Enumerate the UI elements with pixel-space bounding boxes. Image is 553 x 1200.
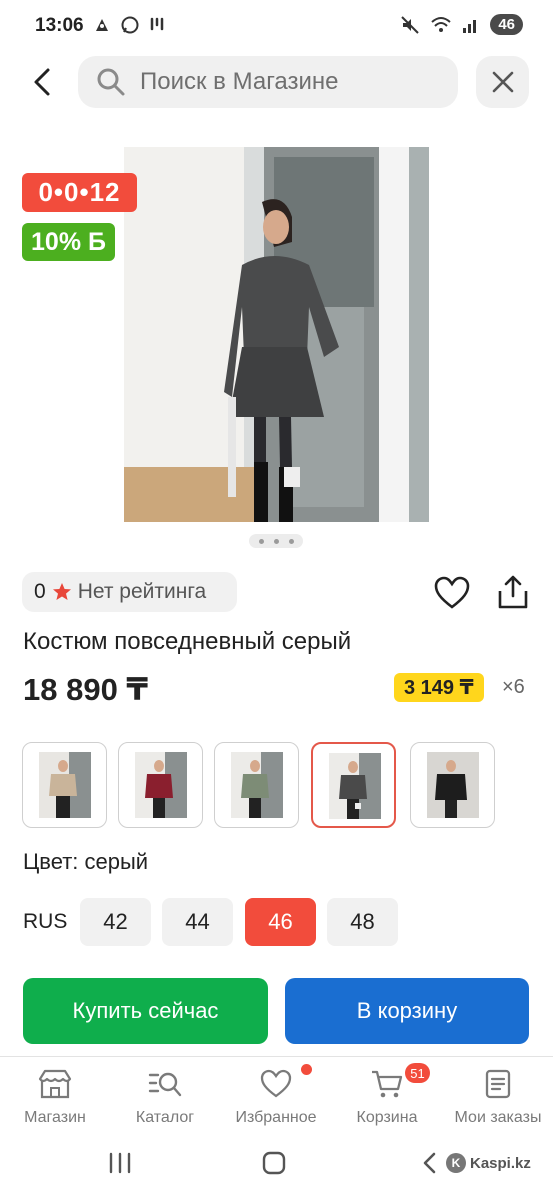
share-button[interactable]	[496, 574, 530, 610]
watermark-text: Kaspi.kz	[470, 1154, 531, 1172]
nav-label: Мои заказы	[454, 1109, 542, 1126]
back-nav-icon[interactable]	[421, 1152, 437, 1174]
close-icon	[492, 71, 513, 93]
rating-label: Нет рейтинга	[77, 580, 207, 603]
variant-photo	[427, 752, 479, 818]
pagination-dot[interactable]	[288, 538, 294, 544]
size-option-42[interactable]: 42	[80, 898, 151, 946]
nav-label: Магазин	[24, 1109, 86, 1126]
variant-thumbnail[interactable]	[118, 742, 203, 828]
variant-thumbnails	[22, 742, 542, 828]
signal-icon	[463, 19, 477, 33]
product-price: 18 890 ₸	[23, 672, 148, 707]
product-image[interactable]	[124, 147, 429, 522]
bottom-navigation: Магазин Каталог Избранное 51 Корзина Мои…	[0, 1056, 553, 1136]
nav-label: Корзина	[356, 1109, 418, 1126]
cart-icon	[372, 1070, 403, 1098]
search-input[interactable]	[140, 68, 440, 96]
nav-label: Каталог	[135, 1109, 195, 1126]
chevron-left-icon	[34, 68, 50, 96]
size-option-48[interactable]: 48	[327, 898, 398, 946]
app-notification-icon	[96, 19, 108, 31]
home-icon[interactable]	[262, 1151, 286, 1175]
pagination-dot[interactable]	[258, 538, 264, 544]
nav-item-cart[interactable]: 51 Корзина	[332, 1057, 442, 1137]
bonus-badge: 10% Б	[22, 223, 115, 261]
rating-pill[interactable]: 0 Нет рейтинга	[22, 572, 237, 612]
size-system-label: RUS	[23, 910, 68, 933]
product-title: Костюм повседневный серый	[23, 628, 352, 655]
installment-price[interactable]: 3 149 ₸	[394, 673, 484, 702]
add-to-cart-button[interactable]: В корзину	[285, 978, 529, 1044]
wifi-icon	[431, 16, 451, 32]
search-bar[interactable]	[78, 56, 458, 108]
catalog-icon	[148, 1072, 182, 1097]
nav-item-store[interactable]: Магазин	[0, 1057, 110, 1137]
favorite-button[interactable]	[434, 576, 470, 610]
share-icon	[498, 575, 528, 609]
close-button[interactable]	[476, 56, 529, 108]
timer-badge: 0•0•12	[22, 173, 137, 212]
system-icons: 46	[400, 14, 523, 35]
variant-photo	[231, 752, 283, 818]
variant-thumbnail-selected[interactable]	[311, 742, 396, 828]
battery-indicator: 46	[490, 14, 523, 35]
installment-months: ×6	[502, 676, 525, 698]
missed-call-icon	[150, 17, 164, 31]
nav-item-catalog[interactable]: Каталог	[110, 1057, 220, 1137]
kaspi-watermark: K Kaspi.kz	[446, 1153, 531, 1173]
variant-photo	[329, 753, 381, 819]
variant-thumbnail[interactable]	[214, 742, 299, 828]
variant-thumbnail[interactable]	[22, 742, 107, 828]
buy-now-button[interactable]: Купить сейчас	[23, 978, 268, 1044]
store-icon	[38, 1069, 72, 1099]
whatsapp-icon	[121, 16, 139, 34]
status-bar: 13:06 46	[0, 0, 553, 50]
gallery-pagination[interactable]	[249, 534, 303, 548]
recent-apps-icon[interactable]	[108, 1152, 132, 1174]
cart-count-badge: 51	[405, 1063, 430, 1083]
pagination-dot[interactable]	[273, 538, 279, 544]
variant-photo	[39, 752, 91, 818]
nav-item-favorites[interactable]: Избранное	[221, 1057, 331, 1137]
selected-color-label: Цвет: серый	[23, 849, 149, 874]
orders-icon	[485, 1069, 511, 1099]
nav-label: Избранное	[235, 1109, 317, 1126]
kaspi-logo-icon: K	[446, 1153, 466, 1173]
favorites-notification-dot	[301, 1064, 312, 1075]
product-photo	[124, 147, 429, 522]
rating-value: 0	[34, 580, 46, 603]
variant-photo	[135, 752, 187, 818]
nav-item-orders[interactable]: Мои заказы	[443, 1057, 553, 1137]
size-option-46-selected[interactable]: 46	[245, 898, 316, 946]
variant-thumbnail[interactable]	[410, 742, 495, 828]
size-option-44[interactable]: 44	[162, 898, 233, 946]
status-time: 13:06	[35, 15, 84, 36]
back-button[interactable]	[28, 64, 56, 100]
star-icon	[52, 583, 71, 600]
heart-icon	[260, 1069, 292, 1098]
notification-icons	[92, 15, 166, 35]
search-icon	[97, 68, 125, 96]
heart-icon	[434, 576, 470, 609]
mute-icon	[401, 15, 420, 34]
